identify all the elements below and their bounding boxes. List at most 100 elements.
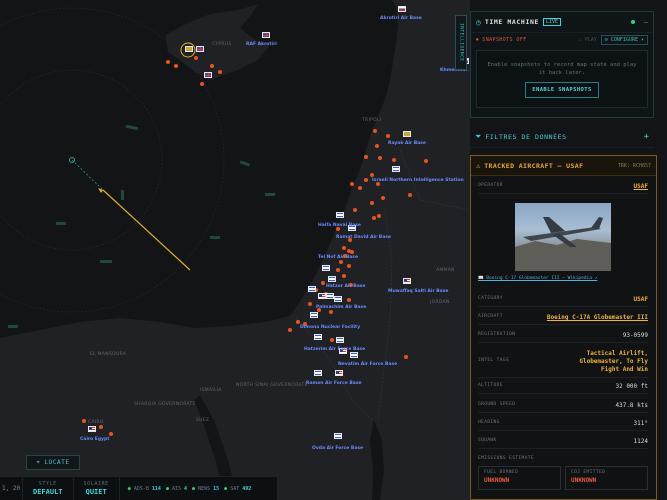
aircraft-value[interactable]: Boeing C-17A Globemaster III bbox=[547, 314, 648, 321]
registration-value: 93-0599 bbox=[622, 332, 648, 339]
intel-tags-key: INTEL TAGS bbox=[478, 358, 510, 363]
place-label: CYPRUS bbox=[212, 42, 232, 47]
operator-row: OPERATOR USAF bbox=[478, 183, 648, 194]
altitude-value: 32 000 ft bbox=[615, 383, 648, 390]
cursor-coordinates: 1, 20 bbox=[2, 485, 21, 492]
collapse-button[interactable]: – bbox=[644, 18, 648, 26]
base-label[interactable]: Hatzor Air Base bbox=[326, 284, 365, 289]
base-label[interactable]: RAF Akrotiri bbox=[246, 42, 277, 47]
place-label: SHARQIA GOVERNORATE bbox=[134, 402, 196, 407]
clock-icon: ◷ bbox=[476, 17, 481, 27]
fuel-burned-box: FUEL BURNED UNKNOWN bbox=[478, 466, 561, 490]
fuel-burned-key: FUEL BURNED bbox=[484, 470, 519, 475]
status-dot-icon: ● bbox=[224, 485, 228, 492]
configure-button[interactable]: ⚙ CONFIGURE ▾ bbox=[600, 34, 648, 45]
ground-speed-row: GROUND SPEED 437.8 kts bbox=[478, 402, 648, 413]
place-label: AMMAN bbox=[436, 268, 455, 273]
warning-icon: ⚠ bbox=[476, 161, 481, 170]
ground-speed-value: 437.8 kts bbox=[615, 402, 648, 409]
base-marker[interactable] bbox=[336, 212, 344, 218]
base-marker[interactable] bbox=[392, 166, 400, 172]
base-label[interactable]: Hatzerim Air Force Base bbox=[304, 347, 365, 352]
time-machine-card: ◷ TIME MACHINE LIVE – ⏺ SNAPSHOTS OFF ▷ … bbox=[470, 11, 654, 118]
base-label[interactable]: Israeli Northern Intelligence Station bbox=[372, 178, 464, 183]
snapshot-empty-state: Enable snapshots to record map state and… bbox=[476, 50, 648, 108]
intel-tags-row: INTEL TAGS Tactical Airlift, Globemaster… bbox=[478, 350, 648, 378]
filter-icon: ⏷ bbox=[475, 131, 482, 141]
base-marker[interactable] bbox=[262, 32, 270, 38]
base-marker[interactable] bbox=[336, 337, 344, 343]
solar-key: SOLAIRE bbox=[83, 481, 109, 487]
base-marker[interactable] bbox=[322, 265, 330, 271]
base-marker[interactable] bbox=[334, 433, 342, 439]
base-label[interactable]: Palmachim Air Base bbox=[316, 305, 366, 310]
expand-filters-button[interactable]: + bbox=[644, 132, 649, 142]
base-marker[interactable] bbox=[350, 352, 358, 358]
base-label[interactable]: Cairo Egypt bbox=[80, 437, 109, 442]
track-id: TRK: RCH657 bbox=[617, 162, 651, 169]
base-label[interactable]: Nevatim Air Force Base bbox=[338, 362, 397, 367]
data-filters-title: FILTRES DE DONNÉES bbox=[485, 132, 567, 141]
base-marker[interactable] bbox=[403, 278, 411, 284]
base-label[interactable]: Haifa Naval Base bbox=[318, 223, 361, 228]
base-label[interactable]: Ramon Air Force Base bbox=[306, 381, 362, 386]
category-value: USAF bbox=[633, 296, 648, 303]
time-machine-header: ◷ TIME MACHINE LIVE – bbox=[471, 12, 653, 32]
ground-speed-key: GROUND SPEED bbox=[478, 402, 516, 407]
base-marker[interactable] bbox=[334, 296, 342, 302]
base-marker[interactable] bbox=[314, 370, 322, 376]
snapshot-message: Enable snapshots to record map state and… bbox=[487, 61, 637, 76]
data-filters-header[interactable]: ⏷ FILTRES DE DONNÉES + bbox=[470, 126, 654, 148]
feed-count-news: ● NEWS 15 bbox=[192, 485, 220, 492]
base-label[interactable]: Muwaffaq Salti Air Base bbox=[388, 289, 448, 294]
base-marker[interactable] bbox=[88, 426, 96, 432]
intelligence-side-tab[interactable]: INTELLIGENCE bbox=[455, 15, 467, 70]
locate-label: LOCATE bbox=[44, 459, 70, 466]
base-marker[interactable] bbox=[326, 293, 334, 299]
base-label[interactable]: Rayak Air Base bbox=[388, 141, 426, 146]
style-selector[interactable]: STYLE DEFAULT bbox=[22, 477, 73, 500]
enable-snapshots-button[interactable]: ENABLE SNAPSHOTS bbox=[525, 81, 599, 98]
base-marker[interactable] bbox=[185, 46, 193, 52]
tracked-aircraft-header: ⚠ TRACKED AIRCRAFT — USAF TRK: RCH657 bbox=[471, 156, 656, 176]
place-label: TRIPOLI bbox=[362, 118, 382, 123]
place-label: SUEZ bbox=[196, 418, 210, 423]
operator-value[interactable]: USAF bbox=[634, 183, 648, 190]
base-marker[interactable] bbox=[318, 293, 326, 299]
base-label[interactable]: Ramat David Air Base bbox=[336, 235, 391, 240]
base-marker[interactable] bbox=[328, 276, 336, 282]
base-marker[interactable] bbox=[310, 312, 318, 318]
status-dot-icon: ● bbox=[165, 485, 169, 492]
base-marker[interactable] bbox=[314, 334, 322, 340]
base-marker[interactable] bbox=[403, 131, 411, 137]
base-marker[interactable] bbox=[308, 286, 316, 292]
base-marker[interactable] bbox=[196, 46, 204, 52]
base-label[interactable]: Tel Nof Air Base bbox=[318, 255, 358, 260]
category-key: CATEGORY bbox=[478, 296, 503, 301]
snapshots-off-toggle[interactable]: ⏺ SNAPSHOTS OFF bbox=[476, 37, 527, 43]
base-marker[interactable] bbox=[398, 6, 406, 12]
base-marker[interactable] bbox=[204, 72, 212, 78]
time-machine-title: TIME MACHINE bbox=[484, 18, 539, 26]
co2-emitted-key: CO2 EMITTED bbox=[571, 470, 606, 475]
intel-tags-value: Tactical Airlift, Globemaster, To Fly Fi… bbox=[579, 350, 648, 373]
co2-emitted-box: CO2 EMITTED UNKNOWN bbox=[565, 466, 648, 490]
base-label[interactable]: Akrotiri Air Base bbox=[380, 16, 422, 21]
base-marker[interactable] bbox=[335, 370, 343, 376]
live-status-dot-icon bbox=[630, 20, 635, 24]
status-dot-icon: ● bbox=[127, 485, 131, 492]
altitude-row: ALTITUDE 32 000 ft bbox=[478, 383, 648, 394]
play-button[interactable]: ▷ PLAY bbox=[579, 37, 597, 43]
base-label[interactable]: Ovda Air Force Base bbox=[312, 446, 363, 451]
aircraft-photo[interactable] bbox=[515, 203, 611, 271]
feed-count-sat: ● SAT 492 bbox=[224, 485, 252, 492]
wikipedia-link[interactable]: 📖 Boeing C-17 Globemaster III — Wikipedi… bbox=[478, 276, 597, 281]
emissions-title: EMISSIONS ESTIMATE bbox=[478, 456, 534, 461]
aircraft-key: AIRCRAFT bbox=[478, 314, 503, 319]
status-dot-icon: ● bbox=[192, 485, 196, 492]
locate-button[interactable]: ⌖ LOCATE bbox=[26, 455, 80, 470]
base-label[interactable]: Dimona Nuclear Facility bbox=[300, 325, 360, 330]
feed-count-ais: ● AIS 4 bbox=[165, 485, 188, 492]
solar-selector[interactable]: SOLAIRE QUIET bbox=[72, 477, 119, 500]
heading-row: HEADING 311° bbox=[478, 420, 648, 431]
